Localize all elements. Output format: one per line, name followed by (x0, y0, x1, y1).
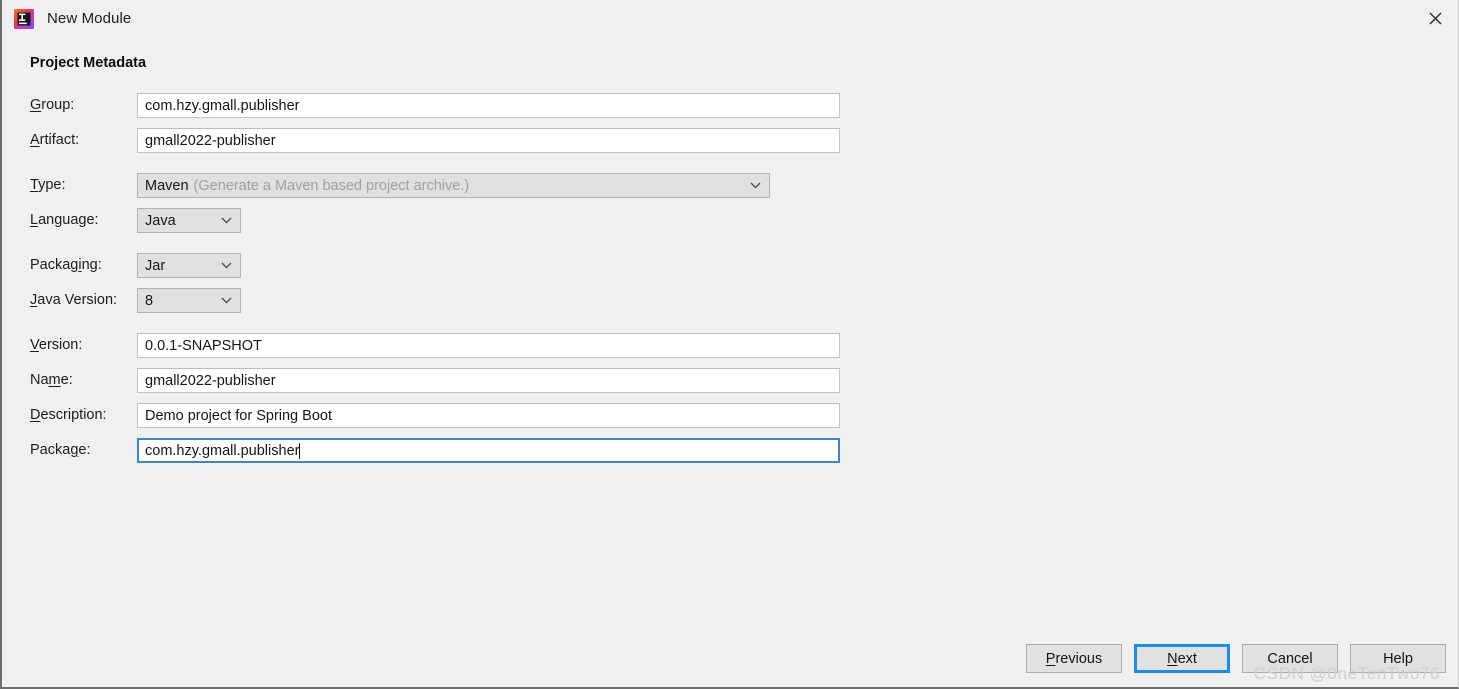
window-title: New Module (47, 10, 132, 27)
label-packaging: Packaging: (30, 257, 102, 273)
dialog-content: Project Metadata Group: com.hzy.gmall.pub… (2, 37, 1458, 687)
cancel-button[interactable]: Cancel (1242, 644, 1338, 673)
packaging-select[interactable]: Jar (137, 253, 241, 278)
label-type: Type: (30, 177, 66, 193)
chevron-down-icon (221, 209, 232, 232)
label-group: Group: (30, 97, 75, 113)
group-input[interactable]: com.hzy.gmall.publisher (137, 93, 840, 118)
label-version: Version: (30, 337, 83, 353)
packaging-select-value: Jar (145, 257, 166, 274)
help-button[interactable]: Help (1350, 644, 1446, 673)
label-language: Language: (30, 212, 99, 228)
title-bar: New Module (2, 0, 1458, 37)
type-select-hint: (Generate a Maven based project archive.… (193, 177, 470, 194)
close-icon[interactable] (1412, 0, 1458, 37)
next-button[interactable]: Next (1134, 644, 1230, 673)
next-button-label: Next (1167, 650, 1197, 667)
label-java-version: Java Version: (30, 292, 118, 308)
help-button-label: Help (1383, 650, 1413, 667)
chevron-down-icon (221, 254, 232, 277)
language-select-value: Java (145, 212, 176, 229)
intellij-idea-icon (13, 8, 35, 30)
java-version-select[interactable]: 8 (137, 288, 241, 313)
group-input-value: com.hzy.gmall.publisher (145, 97, 300, 114)
package-input-value: com.hzy.gmall.publisher (145, 442, 300, 459)
description-input[interactable]: Demo project for Spring Boot (137, 403, 840, 428)
type-select[interactable]: Maven (Generate a Maven based project arc… (137, 173, 770, 198)
artifact-input[interactable]: gmall2022-publisher (137, 128, 840, 153)
dialog-button-bar: Previous Next Cancel Help (1026, 644, 1446, 673)
page-title: Project Metadata (30, 55, 147, 71)
text-caret (299, 442, 301, 459)
description-input-value: Demo project for Spring Boot (145, 407, 332, 424)
previous-button[interactable]: Previous (1026, 644, 1122, 673)
package-input[interactable]: com.hzy.gmall.publisher (137, 438, 840, 463)
chevron-down-icon (221, 289, 232, 312)
version-input-value: 0.0.1-SNAPSHOT (145, 337, 262, 354)
version-input[interactable]: 0.0.1-SNAPSHOT (137, 333, 840, 358)
artifact-input-value: gmall2022-publisher (145, 132, 276, 149)
label-project-name: Name: (30, 372, 73, 388)
type-select-value: Maven (145, 177, 189, 194)
language-select[interactable]: Java (137, 208, 241, 233)
java-version-select-value: 8 (145, 292, 154, 309)
chevron-down-icon (750, 174, 761, 197)
previous-button-label: Previous (1045, 650, 1103, 667)
project-name-input-value: gmall2022-publisher (145, 372, 276, 389)
project-name-input[interactable]: gmall2022-publisher (137, 368, 840, 393)
label-package: Package: (30, 442, 91, 458)
label-description: Description: (30, 407, 107, 423)
label-artifact: Artifact: (30, 132, 80, 148)
cancel-button-label: Cancel (1267, 650, 1313, 667)
